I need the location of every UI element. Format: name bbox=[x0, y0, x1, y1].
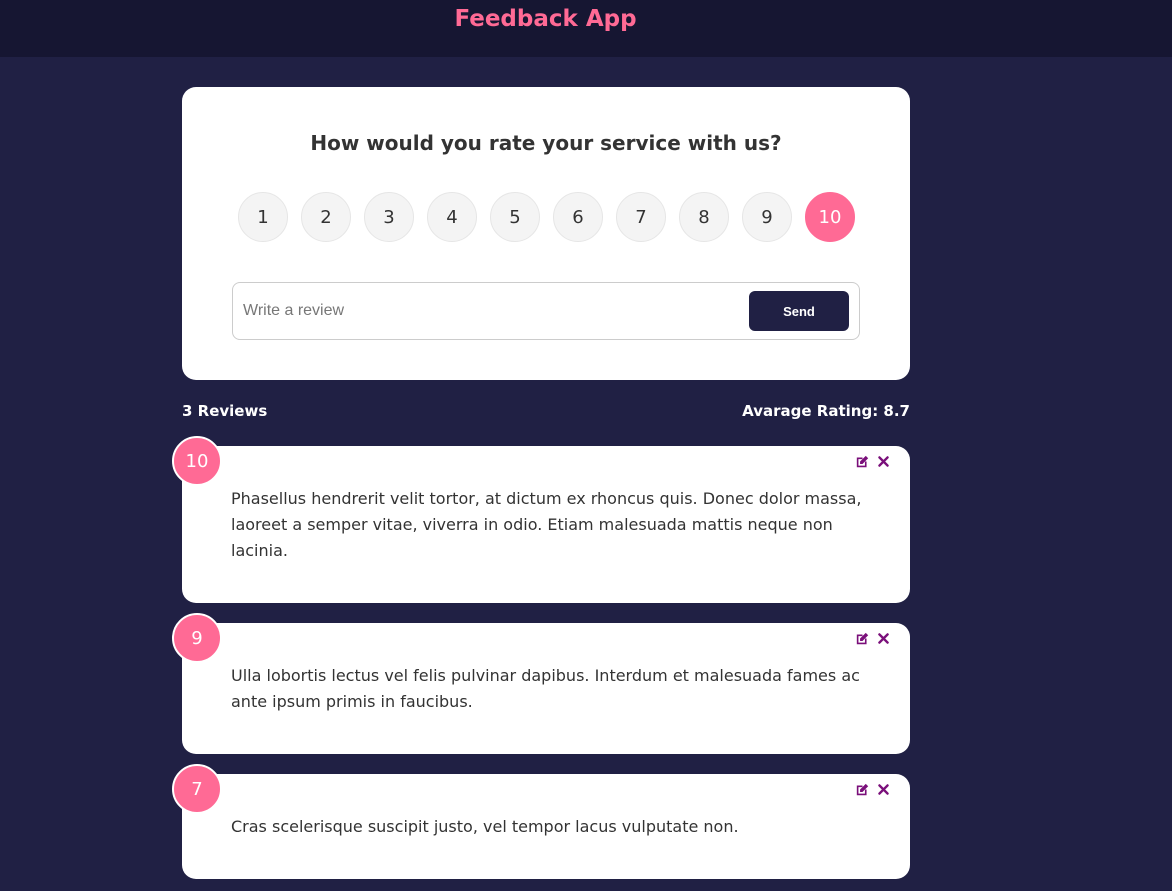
review-card: 9 Ulla lobortis lectus vel felis pulvina… bbox=[172, 613, 910, 754]
review-rating-badge: 7 bbox=[172, 764, 222, 814]
rating-question: How would you rate your service with us? bbox=[310, 131, 782, 155]
edit-icon[interactable] bbox=[856, 455, 869, 468]
review-card: 7 Cras scelerisque suscipit justo, vel t… bbox=[172, 764, 910, 879]
rating-option-8[interactable]: 8 bbox=[679, 192, 729, 242]
app-title: Feedback App bbox=[454, 6, 637, 32]
rating-card: How would you rate your service with us?… bbox=[182, 87, 910, 380]
rating-option-7[interactable]: 7 bbox=[616, 192, 666, 242]
review-form: Send bbox=[232, 282, 860, 340]
rating-option-1[interactable]: 1 bbox=[238, 192, 288, 242]
average-rating: Avarage Rating: 8.7 bbox=[742, 402, 910, 420]
rating-option-9[interactable]: 9 bbox=[742, 192, 792, 242]
review-rating-badge: 9 bbox=[172, 613, 222, 663]
edit-icon[interactable] bbox=[856, 632, 869, 645]
review-count: 3 Reviews bbox=[182, 402, 268, 420]
review-text: Ulla lobortis lectus vel felis pulvinar … bbox=[231, 666, 860, 711]
review-text: Phasellus hendrerit velit tortor, at dic… bbox=[231, 489, 862, 560]
rating-option-5[interactable]: 5 bbox=[490, 192, 540, 242]
send-button[interactable]: Send bbox=[749, 291, 849, 331]
header: Feedback App bbox=[0, 0, 1172, 57]
review-actions bbox=[856, 455, 890, 468]
review-actions bbox=[856, 783, 890, 796]
review-rating-badge: 10 bbox=[172, 436, 222, 486]
close-icon[interactable] bbox=[877, 455, 890, 468]
review-text: Cras scelerisque suscipit justo, vel tem… bbox=[231, 817, 739, 836]
review-actions bbox=[856, 632, 890, 645]
review-card: 10 Phasellus hendrerit velit tortor, at … bbox=[172, 436, 910, 603]
rating-option-2[interactable]: 2 bbox=[301, 192, 351, 242]
close-icon[interactable] bbox=[877, 783, 890, 796]
close-icon[interactable] bbox=[877, 632, 890, 645]
rating-options: 1 2 3 4 5 6 7 8 9 10 bbox=[238, 192, 855, 242]
rating-option-6[interactable]: 6 bbox=[553, 192, 603, 242]
rating-option-10[interactable]: 10 bbox=[805, 192, 855, 242]
review-input[interactable] bbox=[243, 297, 733, 325]
rating-option-4[interactable]: 4 bbox=[427, 192, 477, 242]
rating-option-3[interactable]: 3 bbox=[364, 192, 414, 242]
review-stats: 3 Reviews Avarage Rating: 8.7 bbox=[182, 402, 910, 420]
edit-icon[interactable] bbox=[856, 783, 869, 796]
